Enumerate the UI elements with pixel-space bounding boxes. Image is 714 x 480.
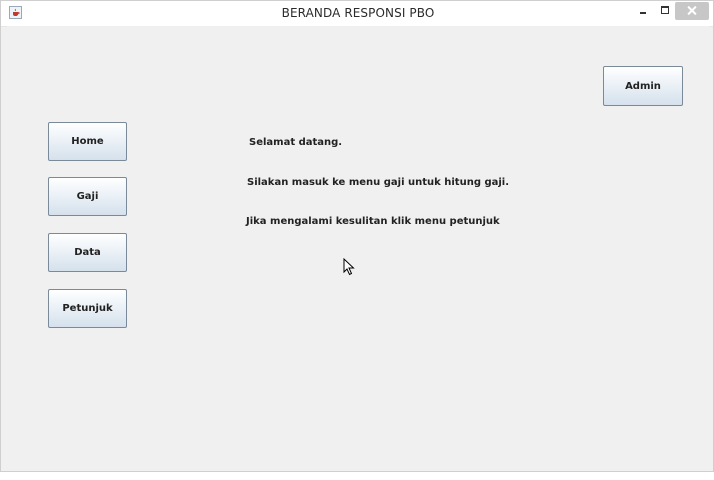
welcome-text: Selamat datang.	[249, 137, 343, 148]
app-window: BERANDA RESPONSI PBO Admin Home Gaji Dat…	[0, 0, 714, 472]
close-icon[interactable]	[675, 2, 709, 20]
main-panel: Admin Home Gaji Data Petunjuk Selamat da…	[7, 26, 709, 471]
data-button[interactable]: Data	[48, 233, 127, 272]
petunjuk-button[interactable]: Petunjuk	[48, 289, 127, 328]
instruction-text: Silakan masuk ke menu gaji untuk hitung …	[247, 177, 510, 188]
admin-button[interactable]: Admin	[603, 66, 683, 106]
home-button[interactable]: Home	[48, 122, 127, 161]
window-title: BERANDA RESPONSI PBO	[281, 6, 435, 20]
title-bar[interactable]: BERANDA RESPONSI PBO	[1, 1, 713, 27]
maximize-icon[interactable]	[655, 1, 675, 21]
help-text: Jika mengalami kesulitan klik menu petun…	[246, 216, 500, 227]
minimize-icon[interactable]	[633, 1, 653, 21]
mouse-cursor-icon	[343, 258, 355, 276]
gaji-button[interactable]: Gaji	[48, 177, 127, 216]
